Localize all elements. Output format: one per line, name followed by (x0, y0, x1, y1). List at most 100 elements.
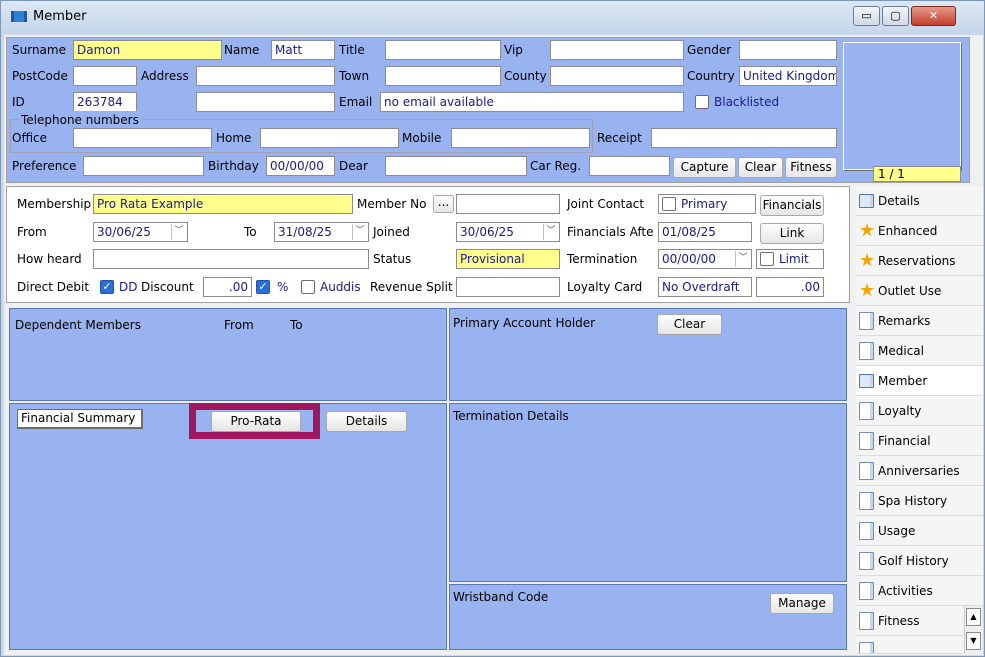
member-no-field[interactable] (456, 194, 560, 214)
to-label: To (244, 225, 257, 239)
title-field[interactable] (385, 40, 501, 60)
limit-checkbox[interactable] (760, 252, 774, 266)
wristband-code-caption: Wristband Code (453, 590, 549, 604)
member-no-lookup-button[interactable]: ... (433, 195, 454, 213)
tab-usage[interactable]: Usage (856, 516, 983, 546)
wristband-code-panel: Wristband Code Manage (449, 584, 847, 650)
details-button[interactable]: Details (326, 411, 407, 432)
monitor-icon (859, 374, 874, 388)
revenue-split-field[interactable] (456, 277, 560, 297)
mobile-phone-field[interactable] (451, 128, 590, 148)
prorata-button[interactable]: Pro-Rata (211, 411, 301, 432)
termination-date-field[interactable]: 00/00/00 ﹀ (658, 249, 752, 269)
from-date-field[interactable]: 30/06/25 ﹀ (93, 222, 188, 242)
loyalty-value-field[interactable]: .00 (756, 277, 824, 297)
tab-partial-hidden[interactable] (856, 636, 963, 654)
membership-label: Membership (17, 197, 92, 211)
primary-checkbox[interactable] (662, 197, 676, 211)
chevron-down-icon[interactable]: ﹀ (171, 224, 186, 240)
primary-holder-clear-button[interactable]: Clear (657, 314, 722, 335)
how-heard-field[interactable] (93, 249, 369, 269)
email-field[interactable]: no email available (380, 92, 684, 112)
discount-field[interactable]: .00 (203, 277, 252, 297)
email-label: Email (339, 95, 373, 109)
tab-spa-history[interactable]: Spa History (856, 486, 983, 516)
loyalty-card-label: Loyalty Card (567, 280, 643, 294)
tab-financial[interactable]: Financial (856, 426, 983, 456)
financials-button[interactable]: Financials (760, 195, 824, 216)
financial-summary-button[interactable]: Financial Summary (17, 409, 143, 429)
tab-label: Reservations (878, 254, 956, 268)
address-line2-field[interactable] (196, 92, 335, 112)
country-field[interactable]: United Kingdom (739, 66, 837, 86)
gender-field[interactable] (739, 40, 837, 60)
name-field[interactable]: Matt (271, 40, 335, 60)
tab-fitness[interactable]: Fitness (856, 606, 963, 636)
financials-after-field[interactable]: 01/08/25 (658, 222, 752, 242)
tab-scrollbar[interactable]: ▲ ▼ (964, 606, 982, 654)
office-phone-field[interactable] (73, 128, 212, 148)
tab-anniversaries[interactable]: Anniversaries (856, 456, 983, 486)
link-button[interactable]: Link (760, 223, 824, 244)
receipt-label: Receipt (597, 131, 642, 145)
tab-activities[interactable]: Activities (856, 576, 983, 606)
id-field[interactable]: 263784 (73, 92, 137, 112)
birthday-label: Birthday (208, 159, 259, 173)
car-reg-field[interactable] (589, 156, 670, 176)
tab-label: Remarks (878, 314, 931, 328)
scroll-up-arrow-icon[interactable]: ▲ (966, 608, 981, 626)
close-button[interactable]: ✕ (911, 6, 956, 26)
minimize-button[interactable]: ▭ (853, 6, 880, 26)
tab-label: Medical (878, 344, 924, 358)
percent-checkbox[interactable]: ✓ (256, 280, 270, 294)
birthday-field[interactable]: 00/00/00 (266, 156, 335, 176)
manage-button[interactable]: Manage (770, 593, 834, 614)
loyalty-card-field[interactable]: No Overdraft (658, 277, 752, 297)
tab-loyalty[interactable]: Loyalty (856, 396, 983, 426)
town-field[interactable] (385, 66, 501, 86)
receipt-field[interactable] (651, 128, 837, 148)
clear-photo-button[interactable]: Clear (738, 157, 783, 178)
auddis-checkbox[interactable] (301, 280, 315, 294)
dear-field[interactable] (385, 156, 527, 176)
tab-medical[interactable]: Medical (856, 336, 983, 366)
chevron-down-icon[interactable]: ﹀ (543, 224, 558, 240)
postcode-field[interactable] (73, 66, 137, 86)
address-line1-field[interactable] (196, 66, 335, 86)
surname-label: Surname (12, 43, 66, 57)
membership-field[interactable]: Pro Rata Example (93, 194, 353, 214)
chevron-down-icon[interactable]: ﹀ (352, 224, 367, 240)
preference-field[interactable] (83, 156, 204, 176)
tab-details[interactable]: Details (856, 186, 983, 216)
photo-counter: 1 / 1 (873, 166, 961, 182)
tab-golf-history[interactable]: Golf History (856, 546, 983, 576)
maximize-button[interactable]: ▢ (882, 6, 909, 26)
tab-label: Outlet Use (878, 284, 942, 298)
fitness-button[interactable]: Fitness (785, 157, 837, 178)
dd-checkbox[interactable]: ✓ (100, 280, 114, 294)
blacklisted-checkbox[interactable] (695, 95, 709, 109)
member-photo[interactable] (843, 42, 961, 170)
surname-field[interactable]: Damon (73, 40, 222, 60)
title-bar: Member ▭ ▢ ✕ (1, 1, 984, 33)
status-field[interactable]: Provisional (456, 249, 560, 269)
tab-enhanced[interactable]: ★ Enhanced (856, 216, 983, 246)
chevron-down-icon[interactable]: ﹀ (735, 251, 750, 267)
postcode-label: PostCode (12, 69, 68, 83)
financials-after-label: Financials Afte (567, 225, 654, 239)
county-field[interactable] (550, 66, 684, 86)
vip-field[interactable] (550, 40, 684, 60)
capture-button[interactable]: Capture (673, 157, 736, 178)
home-phone-field[interactable] (260, 128, 399, 148)
dd-check-label: DD (119, 280, 138, 294)
office-label: Office (12, 131, 48, 145)
tab-outlet-use[interactable]: ★ Outlet Use (856, 276, 983, 306)
tab-member[interactable]: Member (856, 366, 983, 396)
scroll-down-arrow-icon[interactable]: ▼ (966, 632, 981, 650)
tab-reservations[interactable]: ★ Reservations (856, 246, 983, 276)
to-date-field[interactable]: 31/08/25 ﹀ (274, 222, 369, 242)
joined-date-field[interactable]: 30/06/25 ﹀ (456, 222, 560, 242)
membership-panel: Membership Pro Rata Example Member No ..… (6, 186, 850, 303)
termination-label: Termination (567, 252, 638, 266)
tab-remarks[interactable]: Remarks (856, 306, 983, 336)
